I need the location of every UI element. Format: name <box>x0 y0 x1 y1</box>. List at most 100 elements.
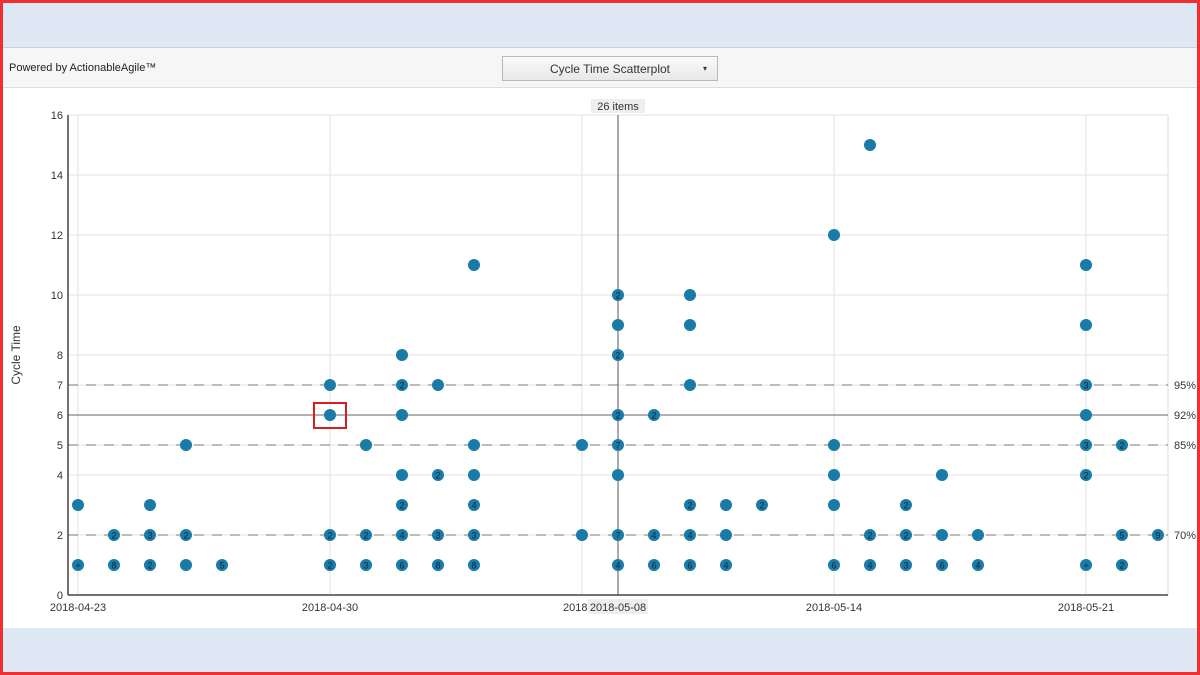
data-point-count: 4 <box>399 531 404 541</box>
data-point[interactable] <box>720 529 732 541</box>
data-point-count: 2 <box>687 501 692 511</box>
data-point[interactable] <box>180 559 192 571</box>
data-point-count: 3 <box>1083 441 1088 451</box>
data-point[interactable] <box>612 469 624 481</box>
data-point-count: 7 <box>615 441 620 451</box>
y-axis-title: Cycle Time <box>9 325 23 385</box>
cycle-time-scatterplot[interactable]: 0 2 4 5 6 7 8 10 12 14 16 2018-04-23 2018-04-30 2018-… <box>0 88 1200 628</box>
data-point[interactable] <box>396 349 408 361</box>
data-point[interactable] <box>1080 259 1092 271</box>
data-point-count: 6 <box>687 561 692 571</box>
data-point[interactable] <box>828 229 840 241</box>
data-point-count: 6 <box>831 561 836 571</box>
data-point[interactable] <box>324 409 336 421</box>
data-point-count: 2 <box>615 411 620 421</box>
data-point[interactable] <box>936 469 948 481</box>
x-tick-label: 2018-05-14 <box>806 602 862 614</box>
data-point-count: 4 <box>471 501 476 511</box>
chart-type-selected: Cycle Time Scatterplot <box>549 61 671 76</box>
data-point[interactable] <box>720 499 732 511</box>
top-band <box>0 0 1200 47</box>
y-tick-label: 10 <box>51 290 63 302</box>
y-tick-label: 12 <box>51 230 63 242</box>
data-point[interactable] <box>1080 319 1092 331</box>
data-point[interactable] <box>576 439 588 451</box>
percentile-label: 70% <box>1174 530 1196 542</box>
data-point-count: 2 <box>327 531 332 541</box>
data-point[interactable] <box>612 319 624 331</box>
data-point[interactable] <box>828 439 840 451</box>
data-point[interactable] <box>324 379 336 391</box>
data-point[interactable] <box>468 439 480 451</box>
y-tick-label: 5 <box>57 440 63 452</box>
data-point[interactable] <box>936 529 948 541</box>
y-tick-label: 0 <box>57 590 63 602</box>
data-point-count: 3 <box>147 531 152 541</box>
data-point[interactable] <box>972 529 984 541</box>
data-point[interactable] <box>396 409 408 421</box>
data-point-count: 2 <box>183 531 188 541</box>
data-point-count: 2 <box>1119 441 1124 451</box>
data-point-count: 2 <box>903 531 908 541</box>
data-point-count: 2 <box>399 501 404 511</box>
data-point-count: 8 <box>111 561 116 571</box>
data-point-count: 2 <box>111 531 116 541</box>
data-point[interactable] <box>360 439 372 451</box>
data-point[interactable] <box>432 379 444 391</box>
item-count-label: 26 items <box>597 101 639 113</box>
data-point-count: 6 <box>399 561 404 571</box>
data-point[interactable] <box>684 319 696 331</box>
data-point-count: 2 <box>759 501 764 511</box>
data-point-count: 3 <box>1083 381 1088 391</box>
chevron-down-icon: ▾ <box>702 64 707 73</box>
bottom-band <box>0 628 1200 675</box>
data-point[interactable] <box>468 469 480 481</box>
data-point-count: 2 <box>651 411 656 421</box>
data-point-count: 2 <box>435 471 440 481</box>
data-point[interactable] <box>864 139 876 151</box>
data-point-count: 4 <box>723 561 728 571</box>
data-point-count: 4 <box>615 561 620 571</box>
data-point[interactable] <box>684 379 696 391</box>
data-point-count: 3 <box>903 561 908 571</box>
data-point-count: 3 <box>471 531 476 541</box>
data-point[interactable] <box>1080 409 1092 421</box>
percentile-label: 95% <box>1174 380 1196 392</box>
data-point-count: 2 <box>1119 561 1124 571</box>
data-point-count: 3 <box>363 561 368 571</box>
chart-type-dropdown[interactable]: Cycle Time Scatterplot ▾ <box>502 56 718 81</box>
x-tick-label: 2018-05-21 <box>1058 602 1114 614</box>
percentile-label: 92% <box>1174 410 1196 422</box>
data-point[interactable] <box>180 439 192 451</box>
data-point[interactable] <box>144 499 156 511</box>
data-point-count: 4 <box>975 561 980 571</box>
y-tick-label: 16 <box>51 110 63 122</box>
data-point-count: 3 <box>435 531 440 541</box>
data-point[interactable] <box>468 259 480 271</box>
y-tick-label: 14 <box>51 170 63 182</box>
data-point[interactable] <box>72 499 84 511</box>
data-point-count: 2 <box>903 501 908 511</box>
data-point-count: 4 <box>687 531 692 541</box>
data-point[interactable] <box>828 469 840 481</box>
data-point[interactable] <box>828 499 840 511</box>
data-point-count: 6 <box>651 561 656 571</box>
data-point[interactable] <box>684 289 696 301</box>
y-tick-label: 2 <box>57 530 63 542</box>
y-tick-label: 7 <box>57 380 63 392</box>
data-point-count: 8 <box>471 561 476 571</box>
data-point-count: 2 <box>399 381 404 391</box>
y-tick-label: 4 <box>57 470 63 482</box>
data-point-count: + <box>75 561 80 571</box>
powered-by-label: Powered by ActionableAgile™ <box>9 62 157 74</box>
data-point-count: + <box>1083 561 1088 571</box>
data-point-count: 9 <box>1155 531 1160 541</box>
data-point-count: 8 <box>435 561 440 571</box>
data-point[interactable] <box>576 529 588 541</box>
data-point-count: 2 <box>327 561 332 571</box>
data-point-count: 2 <box>615 291 620 301</box>
data-point-count: 6 <box>939 561 944 571</box>
data-point[interactable] <box>396 469 408 481</box>
data-point-count: 5 <box>219 561 224 571</box>
crosshair-date-label: 2018-05-08 <box>590 602 646 614</box>
